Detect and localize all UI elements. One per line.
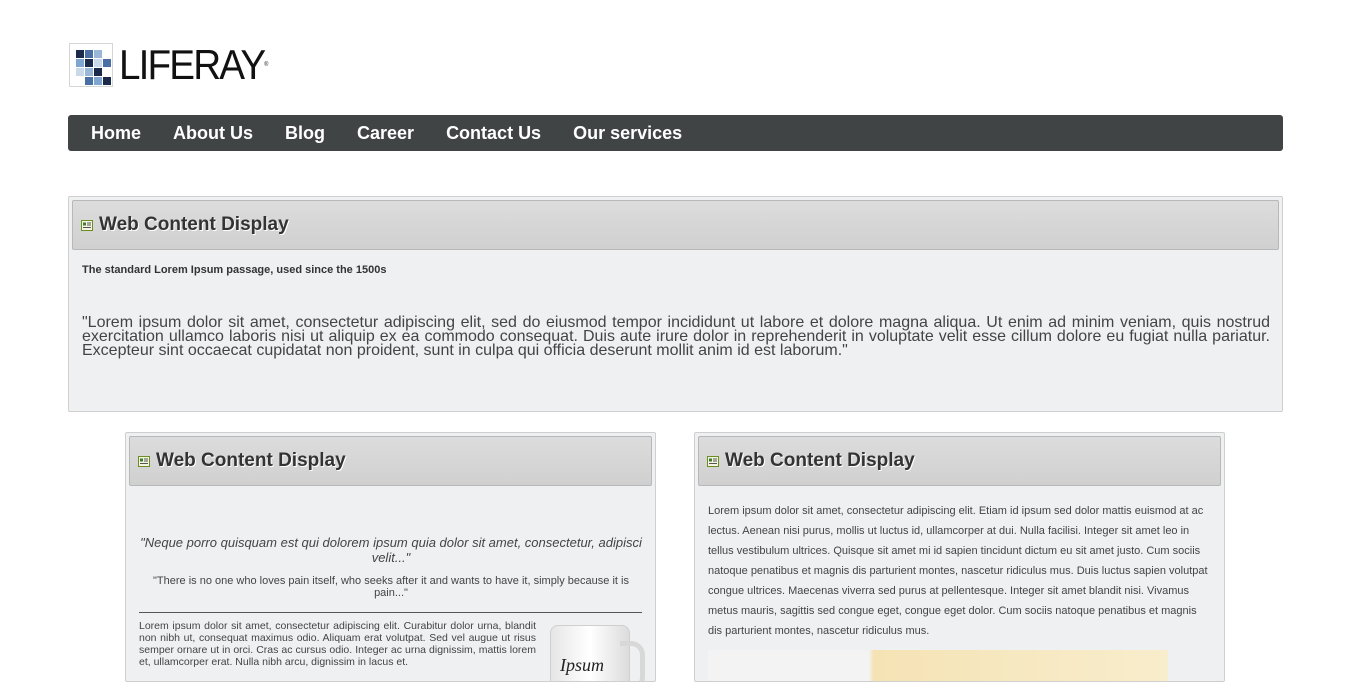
nav-item-home[interactable]: Home	[75, 115, 157, 151]
web-content-portlet-2: Web Content Display "Neque porro quisqua…	[125, 432, 656, 682]
nav-item-blog[interactable]: Blog	[269, 115, 341, 151]
logo-text: LIFERAY®	[119, 41, 269, 88]
article-body: Lorem ipsum dolor sit amet, consectetur …	[708, 505, 1208, 637]
liferay-logo-icon	[69, 43, 113, 87]
web-content-portlet-3: Web Content Display Lorem ipsum dolor si…	[694, 432, 1225, 682]
article-image	[708, 650, 1168, 681]
portlet-title: Web Content Display	[725, 450, 915, 471]
mug-handle	[620, 641, 645, 681]
divider	[139, 612, 642, 613]
article-subtitle: The standard Lorem Ipsum passage, used s…	[82, 264, 387, 276]
nav-item-career[interactable]: Career	[341, 115, 430, 151]
portlet-title-bar[interactable]: Web Content Display	[72, 200, 1279, 250]
web-content-icon	[138, 455, 150, 467]
nav-item-contact-us[interactable]: Contact Us	[430, 115, 557, 151]
quote-main: "Neque porro quisquam est qui dolorem ip…	[140, 535, 642, 565]
portlet-title-bar[interactable]: Web Content Display	[698, 436, 1221, 486]
web-content-portlet-1: Web Content Display The standard Lorem I…	[68, 196, 1283, 412]
portlet-title-bar[interactable]: Web Content Display	[129, 436, 652, 486]
portlet-title: Web Content Display	[99, 214, 289, 235]
main-navigation: Home About Us Blog Career Contact Us Our…	[68, 115, 1283, 151]
liferay-logo[interactable]: LIFERAY®	[69, 43, 281, 87]
nav-item-our-services[interactable]: Our services	[557, 115, 698, 151]
web-content-icon	[81, 219, 93, 231]
portlet-title: Web Content Display	[156, 450, 346, 471]
nav-item-about-us[interactable]: About Us	[157, 115, 269, 151]
quote-sub: "There is no one who loves pain itself, …	[153, 575, 629, 599]
web-content-icon	[707, 455, 719, 467]
article-body: "Lorem ipsum dolor sit amet, consectetur…	[82, 314, 1270, 359]
registered-mark: ®	[264, 62, 269, 68]
article-body: Lorem ipsum dolor sit amet, consectetur …	[139, 620, 536, 668]
